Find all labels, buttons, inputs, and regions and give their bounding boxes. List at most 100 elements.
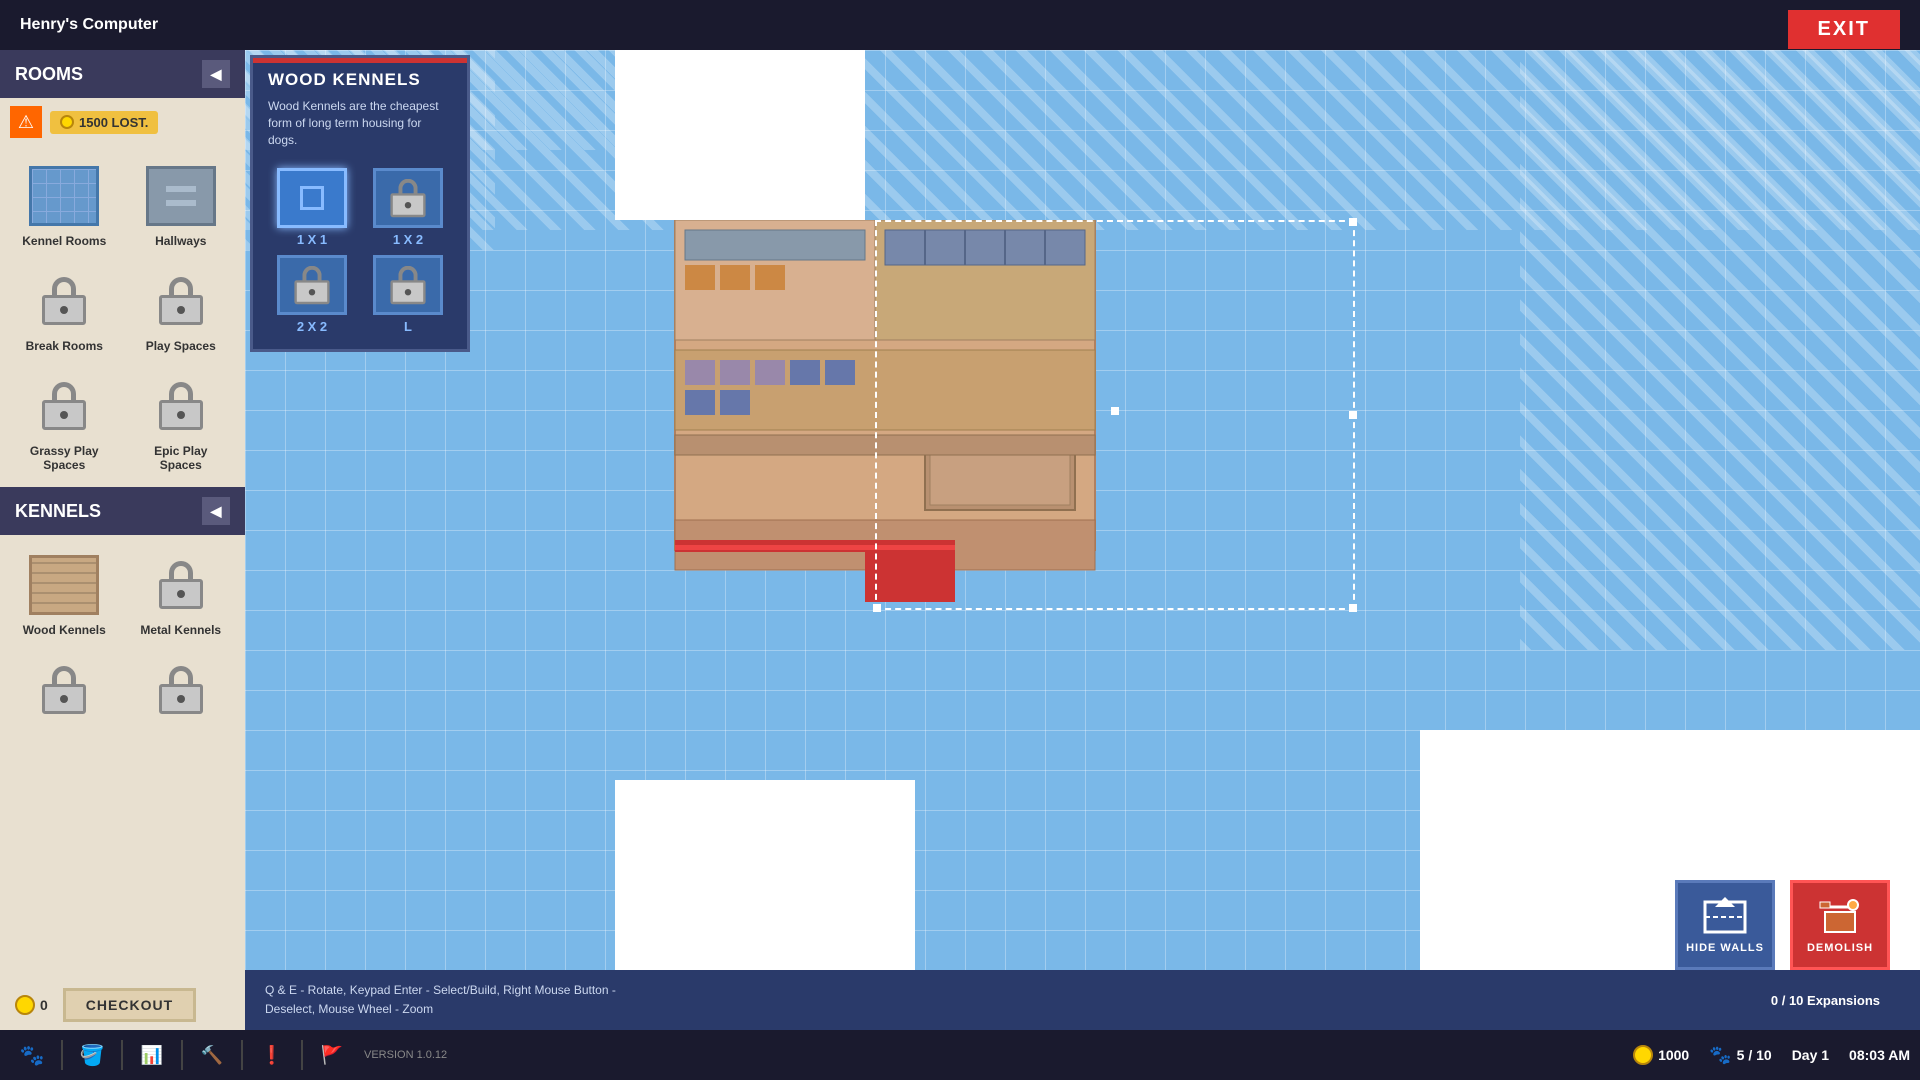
coin-icon-warning [60,115,74,129]
wood-kennels-label: Wood Kennels [23,623,106,637]
popup-size-2x2-box [277,255,347,315]
sidebar-item-epic-play[interactable]: Epic Play Spaces [127,366,236,477]
popup-size-1x1[interactable]: 1 X 1 [268,168,356,247]
status-right: 1000 🐾 5 / 10 Day 1 08:03 AM [1633,1045,1910,1066]
flag-button[interactable]: 🚩 [310,1033,354,1077]
sidebar-item-grassy-play[interactable]: Grassy Play Spaces [10,366,119,477]
popup-accent-bar [253,58,467,63]
alert-button[interactable]: ❗ [250,1033,294,1077]
wood-kennels-popup: WOOD KENNELS Wood Kennels are the cheape… [250,55,470,352]
stats-button[interactable]: 📊 [130,1033,174,1077]
break-rooms-label: Break Rooms [26,339,103,353]
popup-title: WOOD KENNELS [253,58,467,98]
divider-1 [61,1040,63,1070]
sidebar-item-kennel4[interactable] [127,650,236,730]
building-container [615,220,1215,610]
divider-5 [301,1040,303,1070]
coin-display: 0 [15,995,48,1015]
popup-size-l-box [373,255,443,315]
epic-play-icon [141,371,221,441]
sidebar-item-play-spaces[interactable]: Play Spaces [127,261,236,358]
demolish-icon [1815,897,1865,937]
wood-kennels-icon [24,550,104,620]
size-1x1-icon [300,186,324,210]
build-icon: 🔨 [201,1045,223,1066]
kennels-label: KENNELS [15,501,101,522]
coins-value: 1000 [1658,1047,1689,1063]
kennels-section-header: KENNELS ◀ [0,487,245,535]
info-bar: Q & E - Rotate, Keypad Enter - Select/Bu… [245,970,1920,1030]
kennels-collapse-arrow[interactable]: ◀ [202,497,230,525]
popup-size-l[interactable]: L [364,255,452,334]
paw-icon-hud: 🐾 [1709,1045,1731,1066]
divider-2 [121,1040,123,1070]
sidebar-item-wood-kennels[interactable]: Wood Kennels [10,545,119,642]
bucket-button[interactable]: 🪣 [70,1033,114,1077]
divider-3 [181,1040,183,1070]
building-svg [615,220,1215,610]
hide-walls-label: HIDE WALLS [1686,942,1764,954]
metal-kennels-icon [141,550,221,620]
rooms-label: ROOMS [15,64,83,85]
metal-kennels-label: Metal Kennels [140,623,221,637]
popup-size-1x2[interactable]: 1 X 2 [364,168,452,247]
coin-count-checkout: 0 [40,997,48,1013]
epic-play-label: Epic Play Spaces [132,444,231,472]
rooms-grid: Kennel Rooms Hallways [0,146,245,487]
white-area-top [615,50,865,220]
computer-name: Henry's Computer [20,16,158,34]
popup-size-2x2[interactable]: 2 X 2 [268,255,356,334]
sidebar-item-kennel3[interactable] [10,650,119,730]
hud-paws: 🐾 5 / 10 [1709,1045,1771,1066]
hud-coins: 1000 [1633,1045,1689,1065]
kennel3-icon [24,655,104,725]
paws-value: 5 / 10 [1737,1047,1772,1063]
exit-button[interactable]: EXIT [1788,10,1900,49]
popup-size-1x1-label: 1 X 1 [297,232,327,247]
title-bar: Henry's Computer EXIT [0,0,1920,50]
sidebar-item-metal-kennels[interactable]: Metal Kennels [127,545,236,642]
expansions-text: 0 / 10 Expansions [1771,993,1880,1008]
grassy-play-icon [24,371,104,441]
day-value: Day 1 [1792,1047,1829,1063]
kennel4-icon [141,655,221,725]
popup-sizes-grid: 1 X 1 1 X 2 [253,160,467,349]
status-bar: 🐾 🪣 📊 🔨 ❗ 🚩 VERSION 1.0.12 1000 🐾 5 / 10… [0,1030,1920,1080]
sidebar-item-hallways[interactable]: Hallways [127,156,236,253]
game-area[interactable] [245,50,1920,1030]
divider-4 [241,1040,243,1070]
version-text: VERSION 1.0.12 [364,1049,447,1061]
rooms-collapse-arrow[interactable]: ◀ [202,60,230,88]
checkout-button[interactable]: CHECKOUT [63,988,196,1022]
kennel-rooms-icon [24,161,104,231]
rooms-section-header: ROOMS ◀ [0,50,245,98]
time-value: 08:03 AM [1849,1047,1910,1063]
flag-icon: 🚩 [321,1045,343,1066]
controls-text: Q & E - Rotate, Keypad Enter - Select/Bu… [265,981,1771,1019]
warning-text: 1500 LOST. [50,111,158,134]
coin-icon-checkout [15,995,35,1015]
warning-bar: ⚠ 1500 LOST. [0,98,245,146]
popup-size-1x2-box [373,168,443,228]
paw-button[interactable]: 🐾 [10,1033,54,1077]
build-button[interactable]: 🔨 [190,1033,234,1077]
sidebar-item-kennel-rooms[interactable]: Kennel Rooms [10,156,119,253]
hallway-svg [161,176,201,216]
demolish-label: DEMOLISH [1807,942,1873,954]
kennel-rooms-label: Kennel Rooms [22,234,106,248]
paw-icon: 🐾 [20,1043,45,1068]
grassy-play-label: Grassy Play Spaces [15,444,114,472]
hide-walls-button[interactable]: HIDE WALLS [1675,880,1775,970]
popup-size-l-label: L [404,319,412,334]
sidebar-item-break-rooms[interactable]: Break Rooms [10,261,119,358]
oob-top-full [245,50,1920,230]
hide-walls-icon [1700,897,1750,937]
demolish-button[interactable]: DEMOLISH [1790,880,1890,970]
popup-size-2x2-label: 2 X 2 [297,319,327,334]
sidebar: ROOMS ◀ ⚠ 1500 LOST. Kennel Rooms [0,50,245,1030]
hallways-label: Hallways [155,234,206,248]
popup-size-1x1-box [277,168,347,228]
warning-icon: ⚠ [10,106,42,138]
break-rooms-icon [24,266,104,336]
popup-description: Wood Kennels are the cheapest form of lo… [253,98,467,160]
